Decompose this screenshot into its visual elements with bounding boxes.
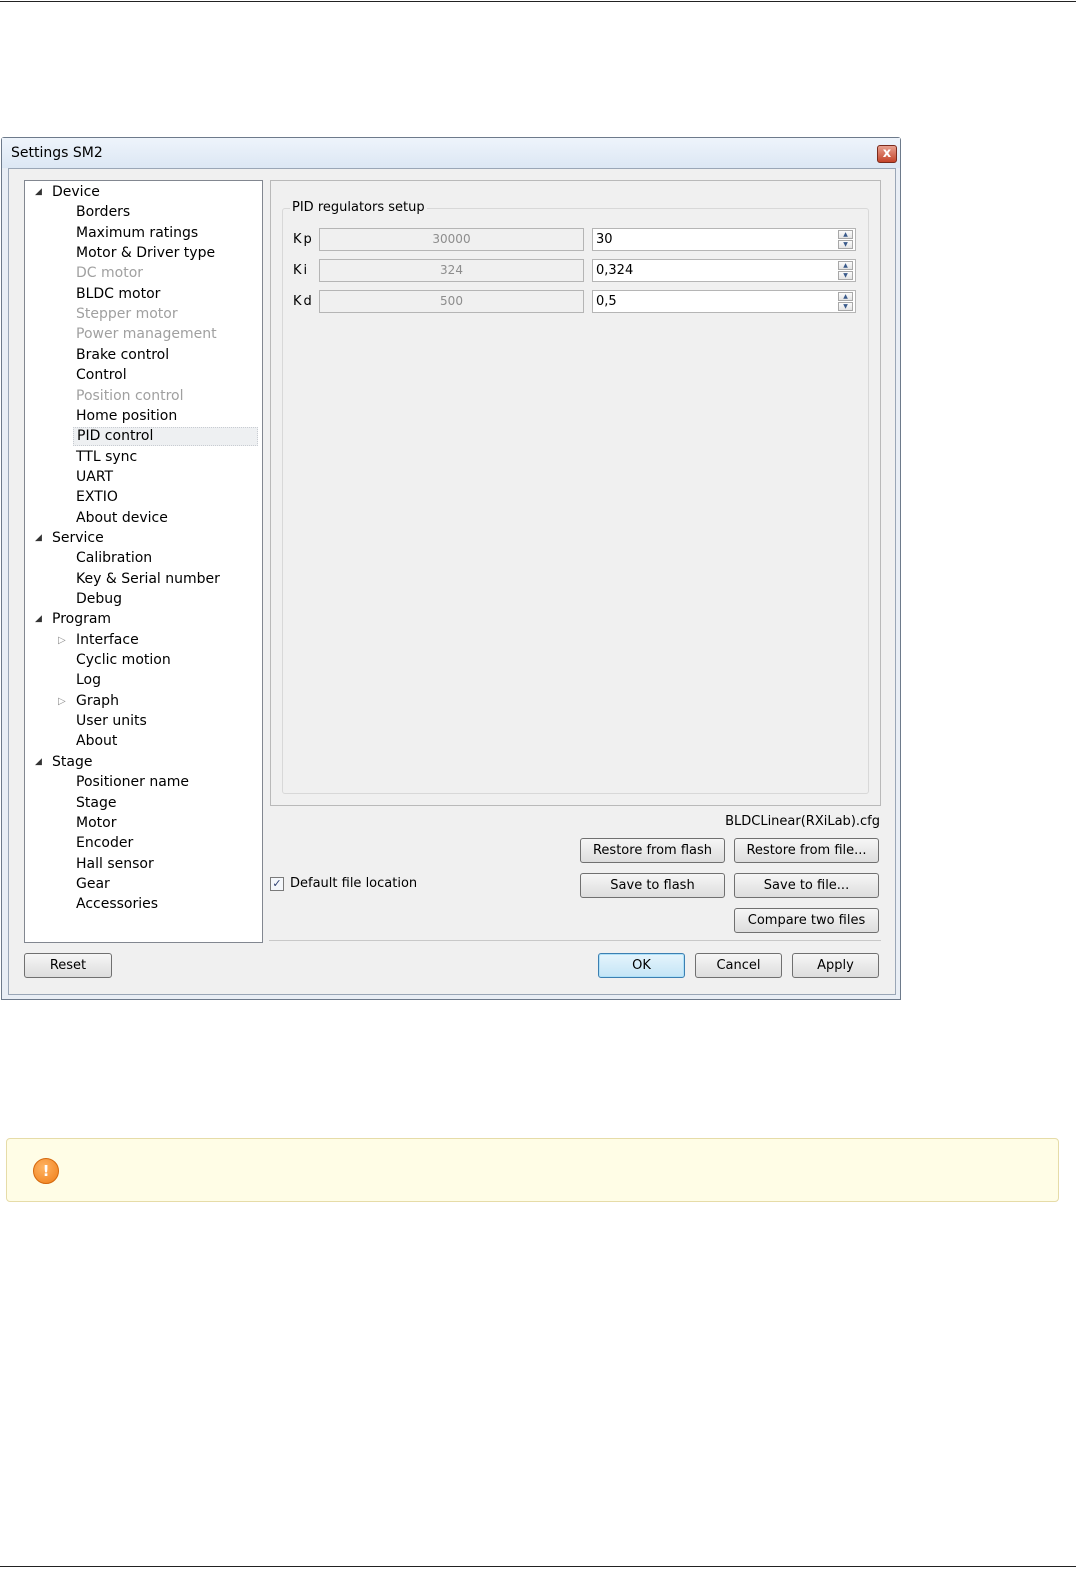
tree-item[interactable]: Device <box>52 183 100 202</box>
window-title: Settings SM2 <box>11 145 103 161</box>
kp-spin-down-icon[interactable]: ▼ <box>838 240 853 249</box>
tree-item[interactable]: PID control <box>73 427 258 446</box>
tree-item[interactable]: BLDC motor <box>76 285 160 304</box>
expanded-arrow-icon[interactable]: ◢ <box>35 610 42 629</box>
tree-item[interactable]: Key & Serial number <box>76 570 220 589</box>
tree-item[interactable]: Positioner name <box>76 773 189 792</box>
tree-item[interactable]: Power management <box>76 325 217 344</box>
kd-raw-field: 500 <box>319 290 584 313</box>
save-to-file-button[interactable]: Save to file... <box>734 873 879 898</box>
tree-item[interactable]: Stepper motor <box>76 305 178 324</box>
tree-item[interactable]: Calibration <box>76 549 152 568</box>
tree-item[interactable]: About <box>76 732 117 751</box>
page-bottom-rule <box>0 1566 1076 1567</box>
apply-button[interactable]: Apply <box>792 953 879 978</box>
tree-item[interactable]: TTL sync <box>76 448 137 467</box>
restore-from-flash-button[interactable]: Restore from flash <box>580 838 725 863</box>
exclamation-circle-icon: ! <box>33 1158 59 1184</box>
bottom-separator <box>269 940 881 941</box>
title-bar[interactable]: Settings SM2 x <box>2 138 900 168</box>
tree-item[interactable]: EXTIO <box>76 488 118 507</box>
ki-raw-field: 324 <box>319 259 584 282</box>
tree-item[interactable]: Service <box>52 529 104 548</box>
cancel-button[interactable]: Cancel <box>695 953 782 978</box>
warning-box: ! <box>6 1138 1059 1202</box>
ki-spin-up-icon[interactable]: ▲ <box>838 261 853 270</box>
collapsed-arrow-icon[interactable]: ▷ <box>58 631 66 650</box>
collapsed-arrow-icon[interactable]: ▷ <box>58 692 66 711</box>
tree-item[interactable]: Borders <box>76 203 130 222</box>
reset-button[interactable]: Reset <box>24 953 112 978</box>
page-top-rule <box>0 1 1076 2</box>
kp-label: Kp <box>293 232 314 247</box>
default-location-label[interactable]: Default file location <box>290 876 417 891</box>
kd-spin-down-icon[interactable]: ▼ <box>838 302 853 311</box>
ok-button[interactable]: OK <box>598 953 685 978</box>
tree-item[interactable]: Maximum ratings <box>76 224 198 243</box>
expanded-arrow-icon[interactable]: ◢ <box>35 753 42 772</box>
ki-label: Ki <box>293 263 310 278</box>
tree-item[interactable]: Motor <box>76 814 116 833</box>
default-location-checkbox[interactable]: ✓ <box>270 877 284 891</box>
tree-item[interactable]: Graph <box>76 692 119 711</box>
kd-spin-up-icon[interactable]: ▲ <box>838 292 853 301</box>
expanded-arrow-icon[interactable]: ◢ <box>35 183 42 202</box>
tree-item[interactable]: Control <box>76 366 127 385</box>
kp-spin-up-icon[interactable]: ▲ <box>838 230 853 239</box>
pid-group-title: PID regulators setup <box>290 200 427 215</box>
tree-item[interactable]: Program <box>52 610 111 629</box>
tree-item[interactable]: Position control <box>76 387 184 406</box>
ki-spinbox[interactable]: 0,324 ▲ ▼ <box>592 259 856 282</box>
tree-item[interactable]: About device <box>76 509 168 528</box>
tree-item[interactable]: Brake control <box>76 346 169 365</box>
kp-raw-field: 30000 <box>319 228 584 251</box>
close-button[interactable]: x <box>877 145 897 163</box>
tree-item[interactable]: Gear <box>76 875 110 894</box>
settings-tree[interactable]: ◢ Device Borders Maximum ratings Motor & Dri… <box>24 180 263 943</box>
kp-value[interactable]: 30 <box>596 232 613 247</box>
tree-item[interactable]: User units <box>76 712 147 731</box>
kd-label: Kd <box>293 294 314 309</box>
tree-item[interactable]: Hall sensor <box>76 855 154 874</box>
tree-item[interactable]: Cyclic motion <box>76 651 171 670</box>
config-filename: BLDCLinear(RXiLab).cfg <box>725 814 880 829</box>
restore-from-file-button[interactable]: Restore from file... <box>734 838 879 863</box>
tree-item[interactable]: Interface <box>76 631 139 650</box>
tree-item[interactable]: Accessories <box>76 895 158 914</box>
tree-item[interactable]: Encoder <box>76 834 133 853</box>
tree-item[interactable]: DC motor <box>76 264 143 283</box>
kd-value[interactable]: 0,5 <box>596 294 617 309</box>
tree-item[interactable]: Stage <box>52 753 92 772</box>
tree-item[interactable]: Debug <box>76 590 122 609</box>
tree-item[interactable]: Motor & Driver type <box>76 244 215 263</box>
ki-value[interactable]: 0,324 <box>596 263 633 278</box>
save-to-flash-button[interactable]: Save to flash <box>580 873 725 898</box>
ki-spin-down-icon[interactable]: ▼ <box>838 271 853 280</box>
expanded-arrow-icon[interactable]: ◢ <box>35 529 42 548</box>
kp-spinbox[interactable]: 30 ▲ ▼ <box>592 228 856 251</box>
compare-two-files-button[interactable]: Compare two files <box>734 908 879 933</box>
kd-spinbox[interactable]: 0,5 ▲ ▼ <box>592 290 856 313</box>
tree-item[interactable]: Home position <box>76 407 177 426</box>
tree-item[interactable]: Log <box>76 671 101 690</box>
tree-item[interactable]: UART <box>76 468 113 487</box>
tree-item[interactable]: Stage <box>76 794 116 813</box>
